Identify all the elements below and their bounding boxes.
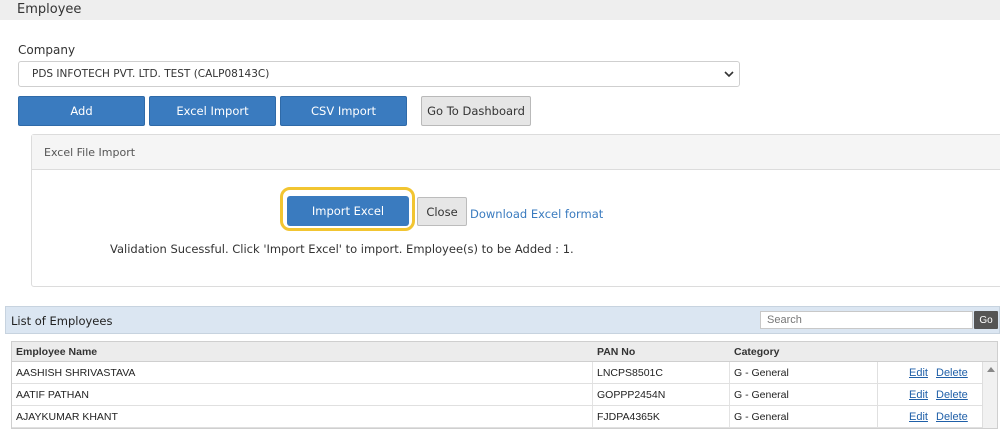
edit-link[interactable]: Edit <box>909 389 928 401</box>
table-row: AJAYKUMAR KHANT FJDPA4365K G - General E… <box>12 406 982 428</box>
employee-table: Employee Name PAN No Category AASHISH SH… <box>11 341 998 429</box>
table-scrollbar[interactable] <box>982 362 997 428</box>
row-actions: Edit Delete <box>877 384 982 406</box>
go-to-dashboard-button[interactable]: Go To Dashboard <box>421 96 531 126</box>
import-excel-button[interactable]: Import Excel <box>287 196 409 226</box>
employee-name-cell: AJAYKUMAR KHANT <box>16 411 118 423</box>
page-title: Employee <box>17 2 82 17</box>
category-cell: G - General <box>734 367 789 379</box>
pan-cell: GOPPP2454N <box>597 389 666 401</box>
column-header-name: Employee Name <box>16 346 98 358</box>
company-select[interactable]: PDS INFOTECH PVT. LTD. TEST (CALP08143C) <box>18 61 740 87</box>
add-button[interactable]: Add <box>18 96 145 126</box>
edit-link[interactable]: Edit <box>909 367 928 379</box>
search-go-button[interactable]: Go <box>974 311 998 329</box>
employee-list-title: List of Employees <box>11 314 113 328</box>
close-button[interactable]: Close <box>417 197 467 226</box>
panel-header: Excel File Import <box>32 135 1000 170</box>
delete-link[interactable]: Delete <box>936 367 968 379</box>
table-row: AATIF PATHAN GOPPP2454N G - General Edit… <box>12 384 982 406</box>
category-cell: G - General <box>734 411 789 423</box>
validation-message: Validation Sucessful. Click 'Import Exce… <box>110 242 574 256</box>
employee-name-cell: AASHISH SHRIVASTAVA <box>16 367 136 379</box>
column-header-category: Category <box>734 346 780 358</box>
pan-cell: LNCPS8501C <box>597 367 663 379</box>
search-input[interactable] <box>760 311 973 329</box>
page-header: Employee <box>0 0 1000 20</box>
row-actions: Edit Delete <box>877 406 982 428</box>
column-header-pan: PAN No <box>597 346 636 358</box>
delete-link[interactable]: Delete <box>936 411 968 423</box>
table-header: Employee Name PAN No Category <box>12 342 997 362</box>
panel-title: Excel File Import <box>44 146 136 159</box>
category-cell: G - General <box>734 389 789 401</box>
delete-link[interactable]: Delete <box>936 389 968 401</box>
company-select-value: PDS INFOTECH PVT. LTD. TEST (CALP08143C) <box>32 68 270 80</box>
csv-import-button[interactable]: CSV Import <box>280 96 407 126</box>
table-row: AASHISH SHRIVASTAVA LNCPS8501C G - Gener… <box>12 362 982 384</box>
scroll-up-arrow-icon[interactable] <box>987 367 995 372</box>
edit-link[interactable]: Edit <box>909 411 928 423</box>
download-excel-format-link[interactable]: Download Excel format <box>470 207 603 221</box>
excel-import-button[interactable]: Excel Import <box>149 96 276 126</box>
row-actions: Edit Delete <box>877 362 982 384</box>
chevron-down-icon <box>724 71 734 78</box>
company-label: Company <box>18 43 76 57</box>
pan-cell: FJDPA4365K <box>597 411 660 423</box>
employee-name-cell: AATIF PATHAN <box>16 389 89 401</box>
